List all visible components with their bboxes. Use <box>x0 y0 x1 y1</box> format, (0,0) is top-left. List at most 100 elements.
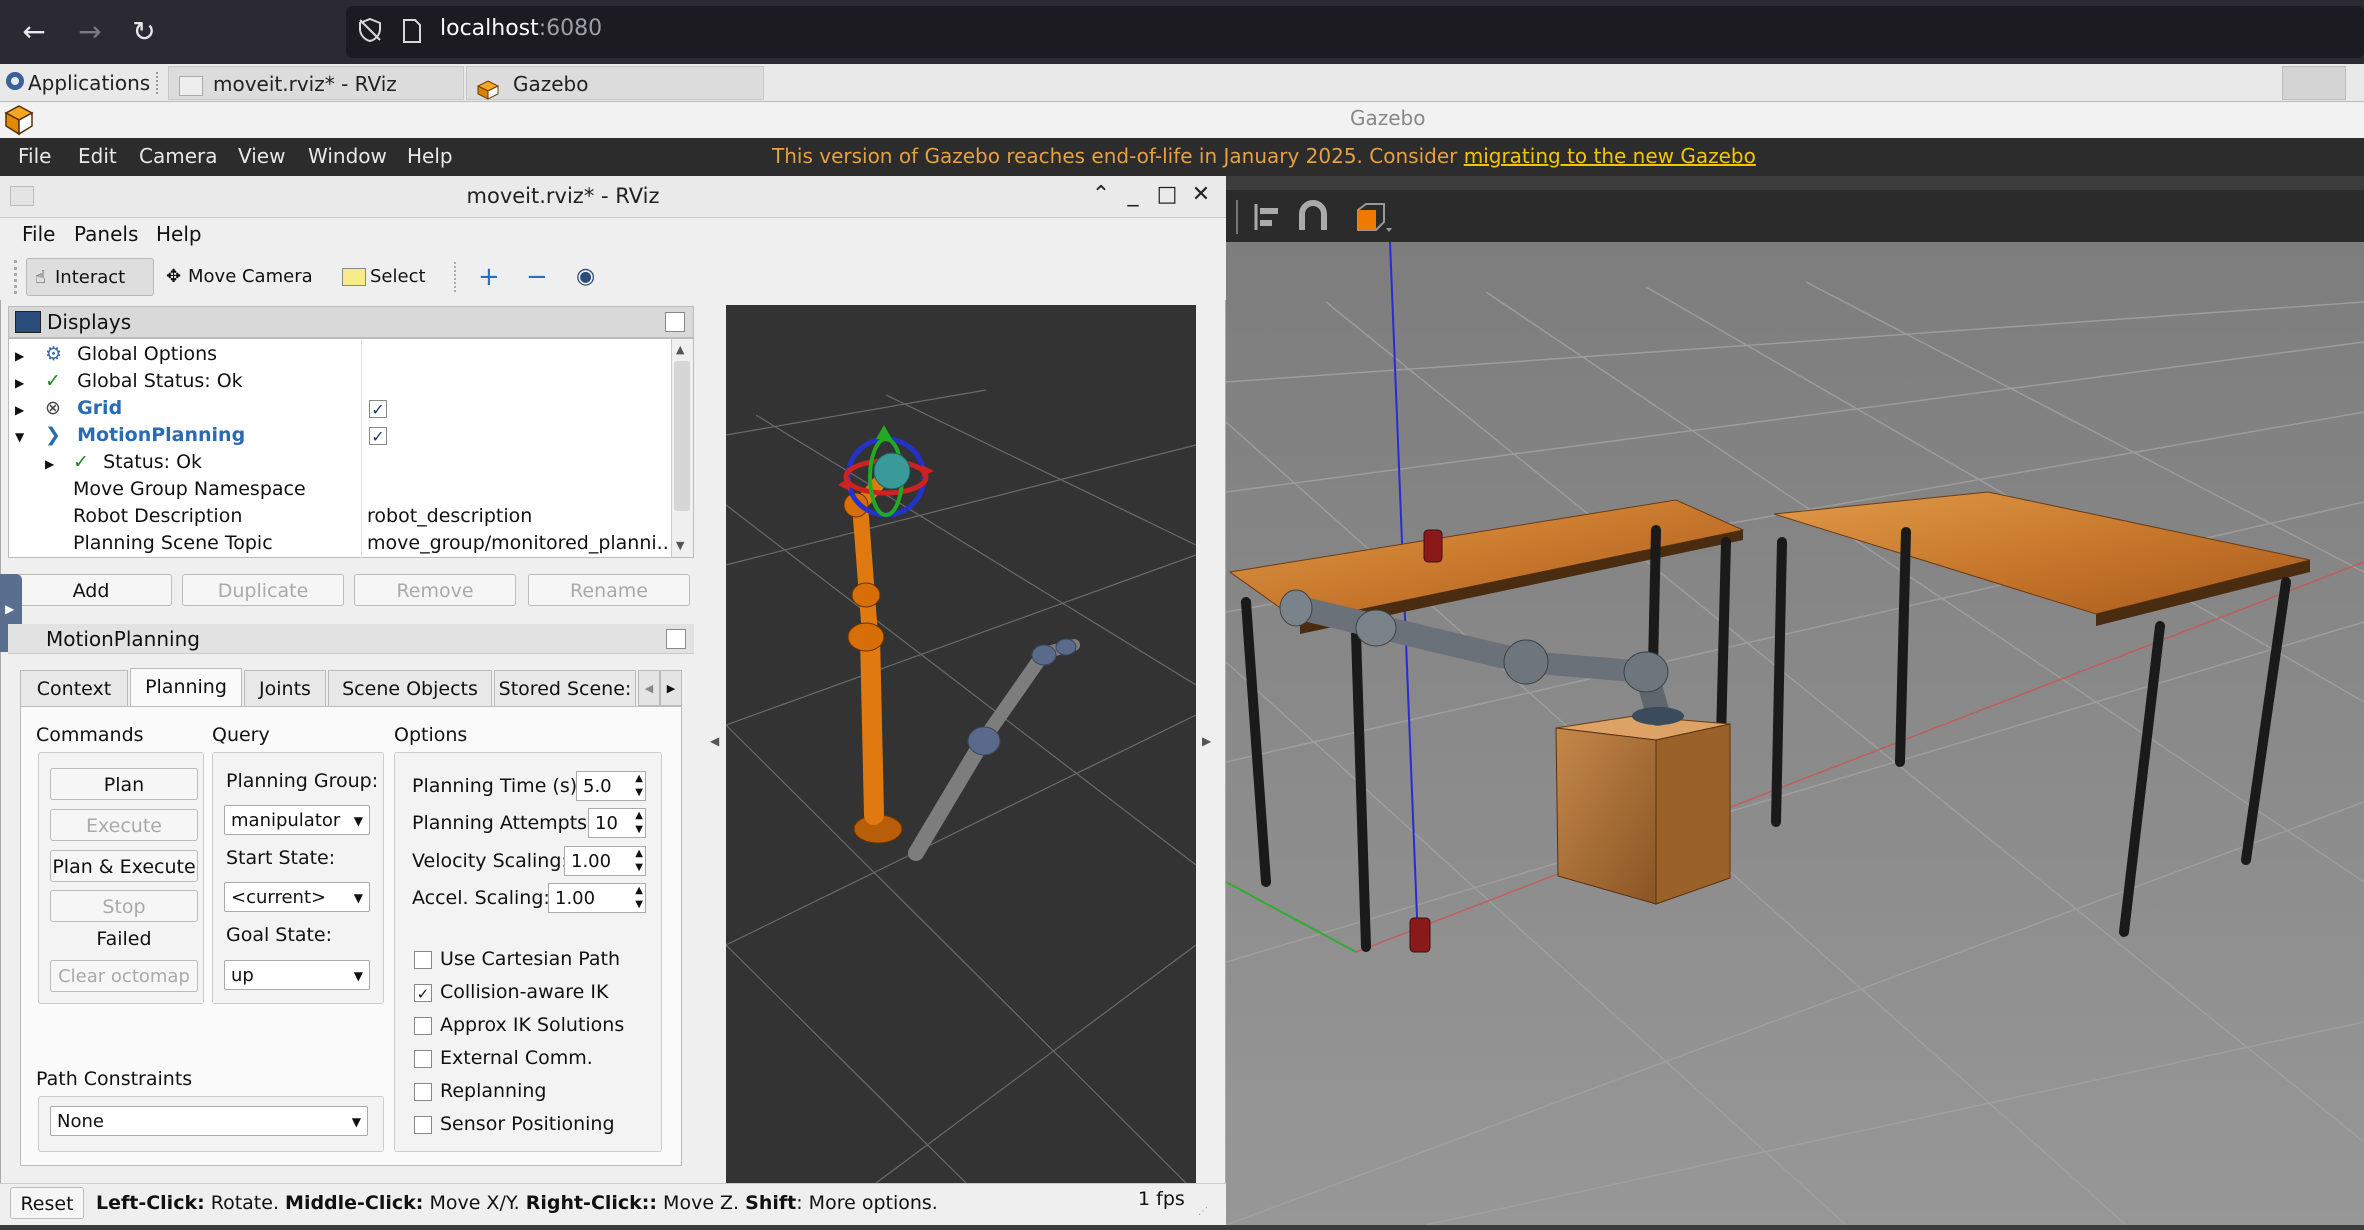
expand-arrow-icon[interactable]: ▶ <box>15 370 31 397</box>
maximize-icon[interactable]: □ <box>1152 182 1182 212</box>
start-state-dropdown[interactable]: <current> ▼ <box>224 882 370 912</box>
taskbar-item-gazebo[interactable]: Gazebo <box>466 66 764 100</box>
shade-icon[interactable]: ⌃ <box>1086 182 1116 212</box>
back-icon[interactable]: ← <box>14 12 54 52</box>
gazebo-menu-window[interactable]: Window <box>308 144 387 168</box>
rviz-menu-panels[interactable]: Panels <box>74 222 138 246</box>
displays-scrollbar[interactable]: ▲ ▼ <box>671 339 693 557</box>
move-camera-tool-button[interactable]: ✥ Move Camera <box>158 258 321 296</box>
gazebo-logo-icon <box>4 104 34 136</box>
taskbar-item-rviz[interactable]: moveit.rviz* - RViz <box>168 66 464 100</box>
tab-joints[interactable]: Joints <box>244 670 326 706</box>
robot-description-value[interactable]: robot_description <box>367 503 532 530</box>
remove-tool-icon[interactable]: − <box>518 258 556 296</box>
remove-display-button[interactable]: Remove <box>354 574 516 606</box>
scroll-down-icon[interactable]: ▼ <box>676 539 684 552</box>
tree-row-status[interactable]: ▶ ✓ Status: Ok <box>45 449 645 476</box>
planning-scene-topic-value[interactable]: move_group/monitored_planni... <box>367 530 667 557</box>
interact-tool-button[interactable]: ☝ Interact <box>26 258 154 296</box>
applications-menu[interactable]: Applications <box>22 66 150 100</box>
forward-icon[interactable]: → <box>70 12 110 52</box>
tree-row-robot-description[interactable]: Robot Description <box>73 503 242 530</box>
collapse-arrow-icon[interactable]: ▼ <box>15 424 31 451</box>
gazebo-menu-help[interactable]: Help <box>407 144 453 168</box>
rviz-menu-help[interactable]: Help <box>156 222 202 246</box>
tree-row-global-options[interactable]: ▶ ⚙ Global Options <box>15 341 655 368</box>
tab-stored-scenes[interactable]: Stored Scene: <box>494 670 636 706</box>
gazebo-menu-camera[interactable]: Camera <box>139 144 218 168</box>
grid-enabled-checkbox[interactable]: ✓ <box>369 400 387 419</box>
eye-icon[interactable]: ◉ <box>568 258 603 296</box>
expand-arrow-icon[interactable]: ▶ <box>15 343 31 370</box>
use-cartesian-path-checkbox[interactable] <box>414 951 432 969</box>
sensor-positioning-checkbox[interactable] <box>414 1116 432 1134</box>
goal-state-dropdown[interactable]: up ▼ <box>224 960 370 990</box>
gazebo-menu-edit[interactable]: Edit <box>78 144 117 168</box>
rviz-menu-file[interactable]: File <box>22 222 55 246</box>
planning-group-dropdown[interactable]: manipulator ▼ <box>224 805 370 835</box>
displays-tree[interactable]: ▶ ⚙ Global Options ▶ ✓ Global Status: Ok… <box>8 338 694 559</box>
execute-button[interactable]: Execute <box>50 809 198 841</box>
monitor-icon <box>15 311 41 333</box>
replanning-checkbox[interactable] <box>414 1083 432 1101</box>
resize-grip-icon[interactable]: ⋰ <box>1198 1206 1214 1222</box>
gazebo-menu-view[interactable]: View <box>238 144 285 168</box>
tree-row-grid[interactable]: ▶ ⊗ Grid <box>15 395 655 422</box>
expand-arrow-icon[interactable]: ▶ <box>15 397 31 424</box>
taskbar-tray[interactable] <box>2282 66 2346 100</box>
expand-arrow-icon[interactable]: ▶ <box>45 451 61 478</box>
shield-icon[interactable] <box>356 16 384 44</box>
splitter-left-icon[interactable]: ◀ <box>710 734 719 748</box>
stop-button[interactable]: Stop <box>50 890 198 922</box>
snap-magnet-icon[interactable] <box>1296 200 1330 234</box>
motion-planning-icon: ❯ <box>45 424 61 446</box>
duplicate-display-button[interactable]: Duplicate <box>182 574 344 606</box>
splitter-right-icon[interactable]: ▶ <box>1202 734 1211 748</box>
plan-button[interactable]: Plan <box>50 768 198 800</box>
collision-aware-ik-checkbox[interactable]: ✓ <box>414 984 432 1003</box>
approx-ik-checkbox[interactable] <box>414 1017 432 1035</box>
tree-row-motion-planning[interactable]: ▼ ❯ MotionPlanning <box>15 422 655 449</box>
reload-icon[interactable]: ↻ <box>124 12 164 52</box>
tab-scroll-right-icon[interactable]: ▶ <box>660 670 682 706</box>
scroll-up-icon[interactable]: ▲ <box>676 343 684 356</box>
rviz-3d-viewport[interactable] <box>725 305 1197 1184</box>
motion-planning-panel-header: MotionPlanning <box>8 624 694 654</box>
address-bar[interactable] <box>346 6 2364 58</box>
add-display-button[interactable]: Add <box>10 574 172 606</box>
tab-scroll-left-icon[interactable]: ◀ <box>638 670 660 706</box>
tree-row-global-status[interactable]: ▶ ✓ Global Status: Ok <box>15 368 655 395</box>
select-tool-button[interactable]: Select <box>334 258 434 296</box>
gazebo-menu-file[interactable]: File <box>18 144 51 168</box>
displays-undock-checkbox[interactable] <box>665 312 685 332</box>
tree-row-move-group-namespace[interactable]: Move Group Namespace <box>73 476 306 503</box>
close-icon[interactable]: ✕ <box>1186 182 1216 212</box>
tab-context[interactable]: Context <box>20 670 128 706</box>
eol-notice: This version of Gazebo reaches end-of-li… <box>772 144 1756 168</box>
external-comm-checkbox[interactable] <box>414 1050 432 1068</box>
tree-row-planning-scene-topic[interactable]: Planning Scene Topic <box>73 530 273 557</box>
plan-and-execute-button[interactable]: Plan & Execute <box>50 850 198 882</box>
add-tool-icon[interactable]: + <box>470 258 508 296</box>
scrollbar-thumb[interactable] <box>674 361 690 511</box>
motion-planning-undock-checkbox[interactable] <box>666 629 686 649</box>
clear-octomap-button[interactable]: Clear octomap <box>50 960 198 992</box>
rename-display-button[interactable]: Rename <box>528 574 690 606</box>
velocity-scaling-spinbox[interactable]: 1.00 ▲ ▼ <box>564 846 646 876</box>
planning-time-spinbox[interactable]: 5.0 ▲ ▼ <box>576 771 646 801</box>
accel-scaling-spinbox[interactable]: 1.00 ▲ ▼ <box>548 883 646 913</box>
motion-planning-enabled-checkbox[interactable]: ✓ <box>369 427 387 446</box>
url-text[interactable]: localhost:6080 <box>440 16 602 41</box>
tab-scene-objects[interactable]: Scene Objects <box>328 670 492 706</box>
chevron-down-icon: ▼ <box>353 814 363 828</box>
start-state-label: Start State: <box>226 847 336 869</box>
migrate-link[interactable]: migrating to the new Gazebo <box>1464 144 1756 168</box>
tab-planning[interactable]: Planning <box>130 668 242 706</box>
gazebo-3d-viewport[interactable] <box>1225 241 2364 1226</box>
planning-attempts-spinbox[interactable]: 10 ▲ ▼ <box>588 808 646 838</box>
align-icon[interactable] <box>1252 200 1284 234</box>
path-constraints-dropdown[interactable]: None ▼ <box>50 1106 368 1136</box>
reset-view-button[interactable]: Reset <box>10 1187 84 1219</box>
minimize-icon[interactable]: _ <box>1118 182 1148 212</box>
view-angle-icon[interactable] <box>1352 200 1394 234</box>
